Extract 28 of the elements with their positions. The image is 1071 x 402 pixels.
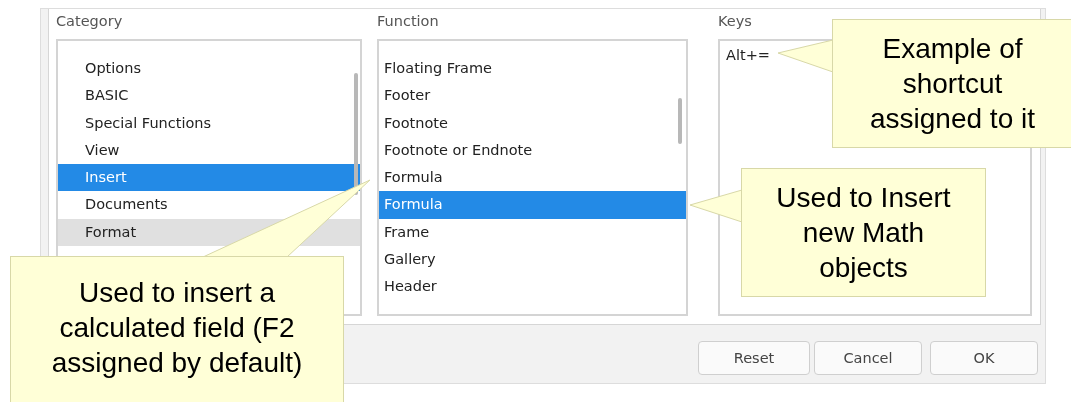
function-item[interactable]: Formula <box>379 191 686 219</box>
category-label: Category <box>56 12 124 31</box>
callout: Used to Insert new Math objects <box>741 168 986 297</box>
callout: Example of shortcut assigned to it <box>832 19 1071 148</box>
category-item[interactable]: Options <box>58 55 360 83</box>
function-item[interactable]: Footer <box>379 82 686 110</box>
scrollbar-thumb[interactable] <box>678 98 682 144</box>
function-item[interactable]: Footnote <box>379 109 686 137</box>
callout-pointer <box>777 39 834 73</box>
key-item[interactable]: Alt+= <box>726 45 770 65</box>
function-item[interactable]: Formula <box>379 164 686 192</box>
function-item[interactable]: Footnote or Endnote <box>379 136 686 165</box>
function-item[interactable]: Gallery <box>379 246 686 274</box>
category-item[interactable]: Special Functions <box>58 109 360 137</box>
dialog-button[interactable]: Reset <box>698 341 810 375</box>
category-item[interactable]: BASIC <box>58 82 360 110</box>
category-item[interactable]: View <box>58 136 360 165</box>
category-item[interactable]: Insert <box>58 164 360 192</box>
function-item[interactable]: Floating Frame <box>379 55 686 83</box>
function-label: Function <box>377 12 440 31</box>
scrollbar-thumb[interactable] <box>354 73 358 195</box>
function-item[interactable]: Frame <box>379 218 686 247</box>
dialog-button[interactable]: OK <box>930 341 1038 375</box>
callout-pointer <box>689 189 743 223</box>
function-item[interactable]: Header <box>379 273 686 301</box>
keys-label: Keys <box>718 12 753 31</box>
dialog-button[interactable]: Cancel <box>814 341 922 375</box>
category-item[interactable]: Documents <box>58 191 360 219</box>
